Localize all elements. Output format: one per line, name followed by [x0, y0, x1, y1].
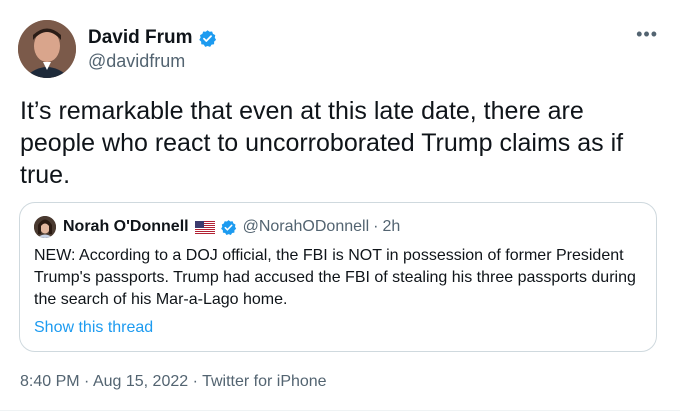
- quoted-header-separator: ·: [373, 218, 379, 235]
- author-handle[interactable]: @davidfrum: [88, 51, 185, 72]
- author-display-name[interactable]: David Frum: [88, 27, 193, 49]
- quoted-tweet-card[interactable]: Norah O'Donnell @NorahODonnell · 2h NEW:…: [19, 202, 657, 352]
- quoted-verified-badge-icon: [220, 219, 237, 236]
- meta-separator: ·: [79, 373, 93, 390]
- tweet-time[interactable]: 8:40 PM: [20, 373, 80, 390]
- quoted-author-avatar: [34, 216, 56, 238]
- author-name-row: David Frum: [88, 27, 217, 49]
- tweet-metadata: 8:40 PM · Aug 15, 2022 · Twitter for iPh…: [20, 373, 327, 391]
- tweet: David Frum @davidfrum ••• It’s remarkabl…: [0, 0, 680, 415]
- author-avatar[interactable]: [18, 20, 76, 78]
- show-thread-link[interactable]: Show this thread: [34, 319, 153, 337]
- quoted-author-handle: @NorahODonnell: [242, 218, 370, 235]
- quoted-author-name: Norah O'Donnell: [63, 218, 189, 235]
- tweet-source: Twitter for iPhone: [202, 373, 327, 390]
- tweet-text: It’s remarkable that even at this late d…: [20, 97, 624, 189]
- quoted-tweet-header: Norah O'Donnell @NorahODonnell · 2h: [34, 216, 400, 238]
- author-avatar-image: [18, 20, 76, 78]
- divider: [0, 410, 680, 411]
- verified-badge-icon: [198, 29, 217, 48]
- more-horizontal-icon[interactable]: •••: [636, 25, 658, 43]
- tweet-date[interactable]: Aug 15, 2022: [93, 373, 188, 390]
- quoted-tweet-time: 2h: [382, 218, 401, 235]
- meta-separator: ·: [188, 373, 203, 390]
- us-flag-icon: [194, 220, 215, 234]
- quoted-tweet-text: NEW: According to a DOJ official, the FB…: [34, 247, 636, 308]
